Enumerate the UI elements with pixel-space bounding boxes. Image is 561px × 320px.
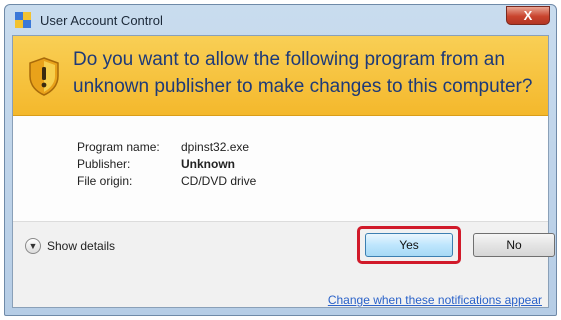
close-icon: X	[523, 8, 533, 23]
yes-button-label: Yes	[399, 238, 419, 252]
detail-label: Publisher:	[77, 156, 131, 171]
chevron-down-icon: ▼	[25, 238, 41, 254]
detail-label: File origin:	[77, 173, 133, 188]
uac-question: Do you want to allow the following progr…	[73, 49, 533, 97]
program-details: Program name: dpinst32.exe Publisher: Un…	[77, 138, 256, 189]
yes-button[interactable]: Yes	[365, 233, 453, 257]
change-notifications-link[interactable]: Change when these notifications appear	[328, 293, 542, 307]
warning-shield-icon	[27, 56, 61, 96]
close-button[interactable]: X	[506, 6, 550, 25]
show-details-label: Show details	[47, 239, 116, 253]
detail-value: CD/DVD drive	[181, 173, 257, 188]
warning-banner: Do you want to allow the following progr…	[13, 36, 548, 116]
detail-value: dpinst32.exe	[181, 139, 250, 154]
dialog-footer: ▼ Show details Yes No Change when these …	[13, 221, 555, 307]
detail-row-program-name: Program name: dpinst32.exe	[77, 138, 256, 155]
detail-row-publisher: Publisher: Unknown	[77, 155, 256, 172]
detail-row-file-origin: File origin: CD/DVD drive	[77, 172, 256, 189]
dialog-title: User Account Control	[40, 12, 163, 28]
detail-value: Unknown	[181, 156, 235, 171]
uac-dialog: User Account Control X Do you want to al…	[4, 4, 557, 316]
no-button[interactable]: No	[473, 233, 555, 257]
uac-shield-icon	[13, 10, 33, 30]
title-bar[interactable]: User Account Control X	[5, 5, 556, 35]
no-button-label: No	[506, 238, 522, 252]
dialog-content: Do you want to allow the following progr…	[12, 35, 555, 308]
show-details-toggle[interactable]: ▼ Show details	[25, 238, 115, 254]
detail-label: Program name:	[77, 139, 160, 154]
